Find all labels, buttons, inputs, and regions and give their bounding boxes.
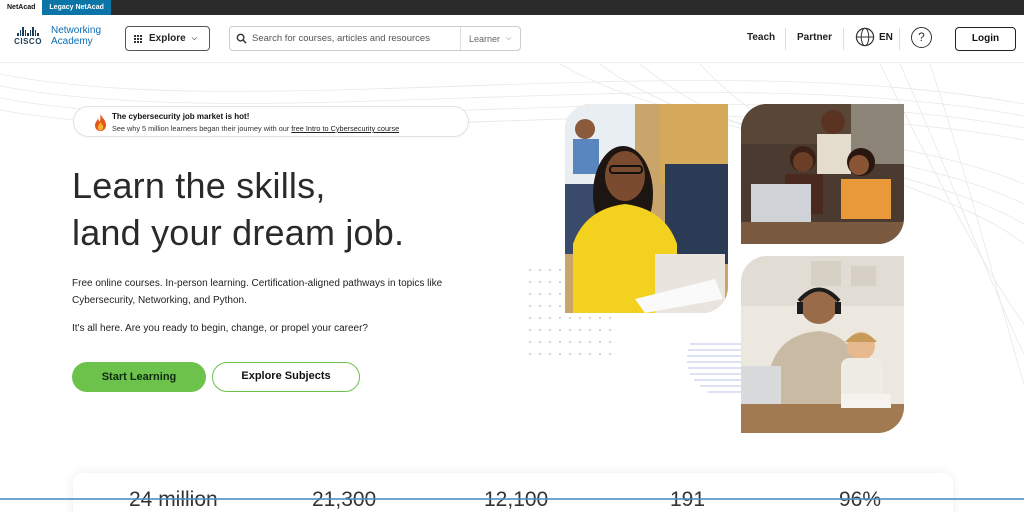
nav-teach[interactable]: Teach [747,32,775,43]
academy-wordmark: Networking Academy [51,25,101,47]
search-bar: Learner ⌵ [229,26,521,51]
help-icon[interactable]: ? [911,27,932,48]
top-tab-strip: NetAcad Legacy NetAcad [0,0,1024,15]
stat-stat-2: 21,300 [312,488,377,511]
photo-man-with-child [741,256,904,433]
tab-legacy-netacad[interactable]: Legacy NetAcad [42,0,111,15]
cisco-bars-icon [17,26,39,36]
stat-stat-4: 191 [670,488,706,511]
start-learning-button[interactable]: Start Learning [72,362,206,392]
nav-divider [785,28,786,50]
hero-description: Free online courses. In-person learning.… [72,278,443,306]
search-input[interactable] [252,27,460,50]
intro-cybersecurity-link[interactable]: free Intro to Cybersecurity course [291,124,399,133]
stats-card: 24 million 21,300 12,100 191 96% [73,473,953,512]
grid-icon [134,34,142,43]
cisco-logo: CISCO [9,26,47,46]
flame-icon [95,114,106,131]
role-select-value: Learner [469,33,501,44]
explore-menu-button[interactable]: Explore ⌵ [125,26,210,51]
nav-divider [843,28,844,50]
hero-question: It's all here. Are you ready to begin, c… [72,323,368,334]
stat-stat-5: 96% [839,488,882,511]
globe-icon [855,27,875,47]
hero-section: The cybersecurity job market is hot! See… [0,64,1024,512]
photo-woman-yellow-shirt [565,104,728,313]
hero-headline: Learn the skills, land your dream job. [72,162,404,256]
language-code: EN [879,31,893,43]
language-selector[interactable]: EN [855,27,893,47]
viewport-edge-line [0,498,1024,500]
announcement-banner: The cybersecurity job market is hot! See… [73,106,469,137]
chevron-down-icon: ⌵ [191,34,197,42]
photo-group-with-laptop [741,104,904,244]
banner-title: The cybersecurity job market is hot! [112,112,250,121]
headline-line-2: land your dream job. [72,212,405,253]
explore-subjects-button[interactable]: Explore Subjects [212,362,360,392]
chevron-down-icon: ⌵ [506,34,512,42]
stat-learners: 24 million [129,488,218,511]
logo-line-1: Networking [51,25,102,36]
banner-text: See why 5 million learners began their j… [112,124,399,133]
stat-stat-3: 12,100 [484,488,549,511]
search-icon[interactable] [230,33,252,44]
role-select[interactable]: Learner ⌵ [460,27,520,50]
banner-text-prefix: See why 5 million learners began their j… [112,124,292,133]
logo-line-2: Academy [51,36,93,47]
cisco-wordmark: CISCO [14,37,42,46]
headline-line-1: Learn the skills, [72,165,326,206]
cisco-networking-academy-logo[interactable]: CISCO Networking Academy [9,25,101,47]
tab-netacad[interactable]: NetAcad [0,0,43,15]
explore-label: Explore [149,33,186,44]
nav-divider [899,28,900,50]
site-header: CISCO Networking Academy Explore ⌵ Learn… [0,15,1024,63]
nav-partner[interactable]: Partner [797,32,832,43]
login-button[interactable]: Login [955,27,1016,51]
